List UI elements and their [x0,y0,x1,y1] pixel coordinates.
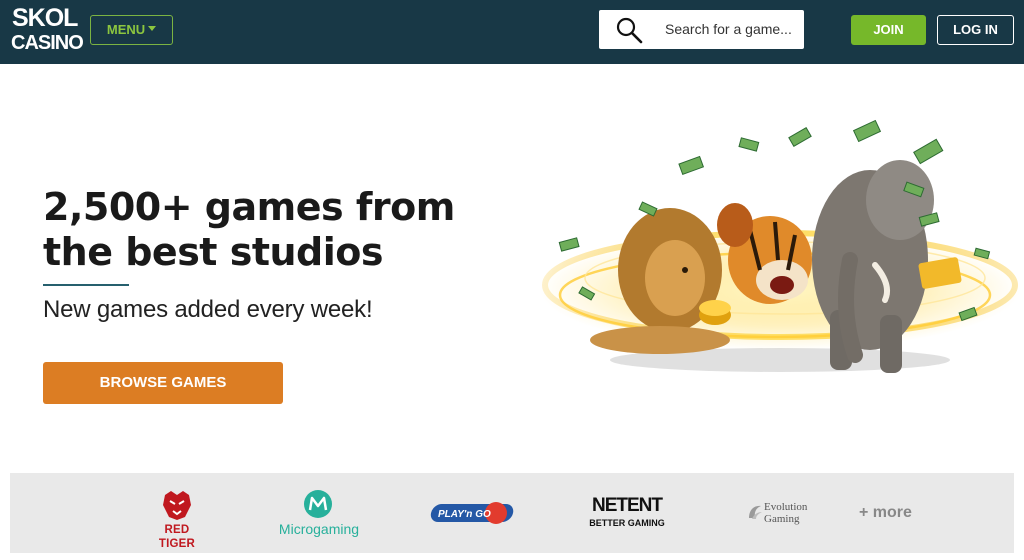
hero-animals-illustration [540,119,1020,373]
hero-headline-line-1: 2,500+ games from [43,185,455,229]
top-navigation-bar: SKOL CASINO MENU JOIN LOG IN [0,0,1024,64]
hero-headline-line-2: the best studios [43,230,384,274]
playngo-badge: PLAY'n GO [430,502,514,524]
hero-divider [43,284,129,286]
netent-label: NETENT [592,495,663,516]
playngo-label: PLAY'n GO [438,509,491,520]
game-studios-strip: RED TIGER Microgaming PLAY'n GO NETENT B… [10,473,1014,553]
browse-games-button[interactable]: BROWSE GAMES [43,362,283,404]
microgaming-label: Microgaming [278,521,360,537]
red-tiger-logo[interactable]: RED TIGER [146,489,208,550]
tiger-head-icon [163,491,191,520]
search-input[interactable] [665,10,797,49]
menu-button-label: MENU [106,22,146,37]
more-studios-link[interactable]: + more [859,503,912,523]
login-button[interactable]: LOG IN [937,15,1014,45]
microgaming-m-icon [304,490,332,518]
menu-button[interactable]: MENU [90,15,173,45]
logo-line-1: SKOL [12,4,78,32]
evolution-label-line-2: Gaming [764,513,800,525]
evolution-label-line-1: Evolution [764,501,808,513]
join-button[interactable]: JOIN [851,15,926,45]
skol-casino-logo[interactable]: SKOL CASINO [10,6,84,56]
red-tiger-label: RED TIGER [158,524,196,550]
playngo-logo[interactable]: PLAY'n GO [430,499,514,527]
evolution-gaming-logo[interactable]: Evolution Gaming [746,501,820,531]
hero-headline: 2,500+ games from the best studios [43,185,473,275]
netent-tagline: BETTER GAMING [589,518,665,528]
evolution-label: Evolution Gaming [764,501,822,525]
search-icon[interactable] [615,16,643,44]
search-box[interactable] [599,10,804,49]
microgaming-logo[interactable]: Microgaming [274,489,364,539]
caret-down-icon [148,26,157,32]
logo-line-2: CASINO [11,32,84,54]
netent-logo[interactable]: NETENT BETTER GAMING [586,496,668,532]
evolution-swirl-icon [749,505,762,519]
hero-subheadline: New games added every week! [43,296,373,323]
